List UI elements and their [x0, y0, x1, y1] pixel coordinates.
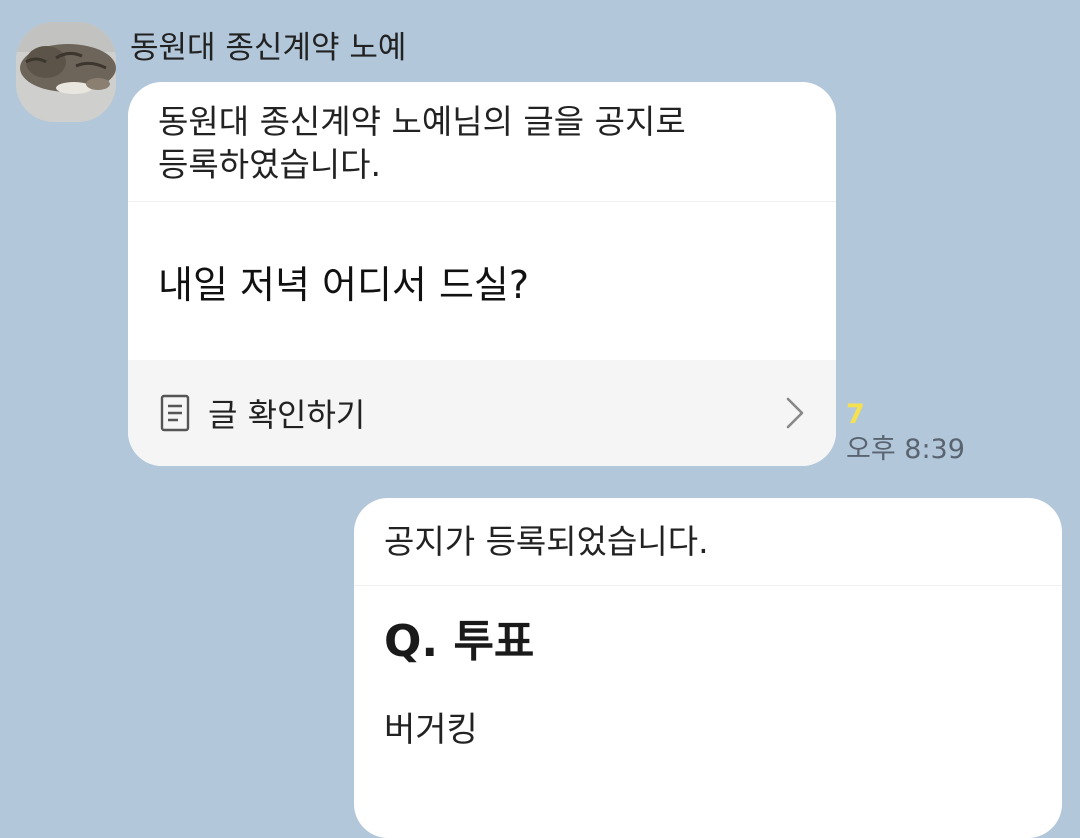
notice-header-line2: 등록하였습니다. [158, 145, 382, 184]
view-post-label: 글 확인하기 [208, 396, 366, 434]
message-timestamp: 오후 8:39 [846, 434, 965, 465]
poll-question: Q. 투표 [384, 616, 535, 667]
unread-count: 7 [846, 399, 865, 430]
notice-header: 동원대 종신계약 노예님의 글을 공지로 등록하였습니다. [128, 82, 836, 202]
sender-name: 동원대 종신계약 노예 [130, 30, 407, 66]
poll-message-bubble[interactable]: 공지가 등록되었습니다. Q. 투표 버거킹 [354, 498, 1062, 838]
poll-option[interactable]: 버거킹 [354, 668, 1062, 752]
notice-message-bubble[interactable]: 동원대 종신계약 노예님의 글을 공지로 등록하였습니다. 내일 저녁 어디서 … [128, 82, 836, 466]
sender-avatar[interactable] [16, 22, 116, 122]
notice-body: 내일 저녁 어디서 드실? [158, 262, 530, 307]
notice-header-line1: 동원대 종신계약 노예님의 글을 공지로 [158, 102, 686, 141]
chevron-right-icon [784, 396, 806, 430]
view-post-button[interactable]: 글 확인하기 [128, 360, 836, 466]
document-icon [158, 394, 192, 432]
poll-header: 공지가 등록되었습니다. [354, 498, 1062, 586]
